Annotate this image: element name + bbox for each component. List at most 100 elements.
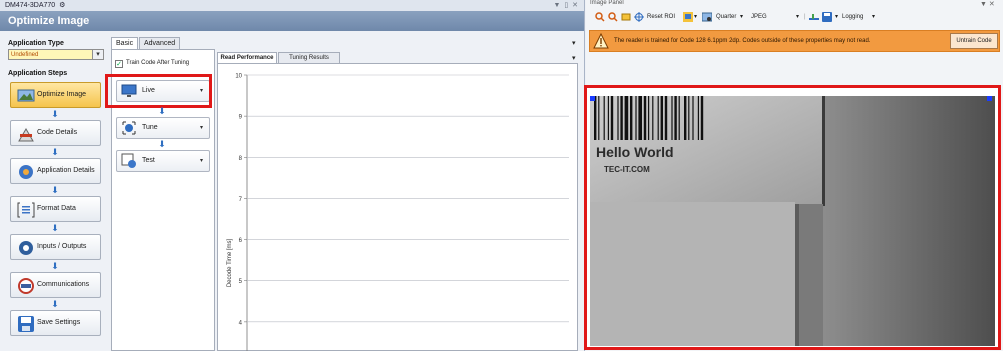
barcode-bar xyxy=(607,96,609,140)
chart-menu-chevron-icon[interactable]: ▾ xyxy=(572,54,576,62)
barcode-bar xyxy=(697,96,699,140)
step-application-details[interactable]: Application Details xyxy=(10,158,101,184)
communications-icon xyxy=(18,278,34,294)
roi-icon[interactable] xyxy=(634,12,644,22)
device-name: DM474-3DA770 xyxy=(5,2,56,9)
inputs-outputs-icon xyxy=(19,241,33,255)
optimize-image-icon xyxy=(17,89,35,102)
tab-read-performance[interactable]: Read Performance xyxy=(217,52,277,63)
barcode-bar xyxy=(643,96,647,140)
image-toolbar: Reset ROI ▾ Quarter ▾ JPEG ▾ | ▾ Logging… xyxy=(590,9,1000,25)
barcode-bar xyxy=(617,96,619,140)
logging-menu[interactable]: Logging xyxy=(842,9,863,25)
image-panel-controls[interactable]: ▼ ✕ xyxy=(980,0,995,8)
barcode-bar xyxy=(648,96,650,140)
train-code-label: Train Code After Tuning xyxy=(126,60,190,66)
y-tick-label: 8 xyxy=(239,156,243,162)
roi-handle[interactable] xyxy=(590,96,595,101)
device-tab-title[interactable]: DM474-3DA770 ⚙ ▼ ▯ ✕ xyxy=(0,0,584,11)
y-axis-label: Decode Time [ms] xyxy=(227,238,233,287)
step-label: Format Data xyxy=(37,205,76,212)
chevron-down-icon[interactable]: ▾ xyxy=(835,9,838,25)
arrow-down-icon: ⬇ xyxy=(51,109,59,119)
barcode-bar xyxy=(610,96,614,140)
tab-basic[interactable]: Basic xyxy=(111,37,139,49)
page-title: Optimize Image xyxy=(0,11,584,31)
save-icon xyxy=(18,316,34,332)
image-settings-icon[interactable] xyxy=(702,12,712,22)
barcode-bar xyxy=(624,96,629,140)
barcode-bar xyxy=(674,96,677,140)
tune-icon xyxy=(122,121,136,135)
save-icon[interactable] xyxy=(822,12,832,22)
barcode-bar xyxy=(700,96,704,140)
arrow-down-icon: ⬇ xyxy=(158,106,166,116)
application-steps-label: Application Steps xyxy=(8,70,68,77)
application-type-select[interactable]: Undefined ▾ xyxy=(8,49,104,60)
step-format-data[interactable]: Format Data xyxy=(10,196,101,222)
roi-handle[interactable] xyxy=(987,96,992,101)
barcode-bar xyxy=(620,96,623,140)
chevron-down-icon[interactable]: ▾ xyxy=(796,9,799,25)
train-code-checkbox[interactable]: ✓ xyxy=(115,60,123,68)
gear-icon xyxy=(19,165,33,179)
histogram-icon[interactable] xyxy=(809,12,819,22)
decode-time-chart: 10 9 8 7 6 5 4 Decode Time [ms] xyxy=(227,74,569,351)
code-details-icon xyxy=(18,128,34,142)
application-type-value: Undefined xyxy=(11,52,39,58)
image-text-line1: Hello World xyxy=(596,144,674,160)
y-tick-label: 5 xyxy=(239,279,243,285)
panel-menu-chevron-icon[interactable]: ▾ xyxy=(572,39,576,47)
application-type-label: Application Type xyxy=(8,40,64,47)
step-label: Application Details xyxy=(37,167,95,174)
format-select[interactable]: JPEG xyxy=(751,9,767,25)
mode-label: Tune xyxy=(142,124,158,131)
arrow-down-icon: ⬇ xyxy=(51,185,59,195)
untrain-code-button[interactable]: Untrain Code xyxy=(950,33,998,49)
barcode-bar xyxy=(638,96,642,140)
barcode-bar xyxy=(684,96,687,140)
chevron-down-icon[interactable]: ▾ xyxy=(740,9,743,25)
y-tick-label: 7 xyxy=(239,197,243,203)
barcode-bar xyxy=(598,96,600,140)
scale-select[interactable]: Quarter xyxy=(716,9,736,25)
tune-mode-button[interactable]: Tune ▾ xyxy=(116,117,210,139)
chevron-down-icon[interactable]: ▾ xyxy=(872,9,875,25)
tab-tuning-results[interactable]: Tuning Results xyxy=(278,52,340,63)
live-view-icon[interactable] xyxy=(683,12,693,22)
chevron-down-icon[interactable]: ▾ xyxy=(92,50,103,59)
mode-label: Test xyxy=(142,157,155,164)
warning-icon xyxy=(593,33,609,49)
camera-image[interactable]: Hello World TEC-IT.COM xyxy=(590,96,995,346)
window-controls[interactable]: ▼ ▯ ✕ xyxy=(553,0,579,11)
reset-roi-button[interactable]: Reset ROI xyxy=(647,9,675,25)
y-tick-label: 4 xyxy=(239,320,243,326)
chevron-down-icon[interactable]: ▾ xyxy=(694,9,697,25)
step-communications[interactable]: Communications xyxy=(10,272,101,298)
step-save-settings[interactable]: Save Settings xyxy=(10,310,101,336)
arrow-down-icon: ⬇ xyxy=(51,261,59,271)
zoom-out-icon[interactable] xyxy=(608,12,618,22)
zoom-in-icon[interactable] xyxy=(595,12,605,22)
format-data-icon xyxy=(17,202,35,218)
step-code-details[interactable]: Code Details xyxy=(10,120,101,146)
image-panel-title: Image Panel xyxy=(590,0,624,6)
barcode-bar xyxy=(603,96,605,140)
barcode-bar xyxy=(594,96,597,140)
test-icon xyxy=(121,153,136,168)
fit-icon[interactable] xyxy=(621,12,631,22)
test-mode-button[interactable]: Test ▾ xyxy=(116,150,210,172)
barcode-bar xyxy=(652,96,654,140)
tab-advanced[interactable]: Advanced xyxy=(139,37,181,49)
arrow-down-icon: ⬇ xyxy=(158,139,166,149)
y-tick-label: 9 xyxy=(239,115,243,121)
step-inputs-outputs[interactable]: Inputs / Outputs xyxy=(10,234,101,260)
y-tick-label: 6 xyxy=(239,238,243,244)
step-label: Save Settings xyxy=(37,319,81,326)
chevron-down-icon[interactable]: ▾ xyxy=(200,151,203,171)
gear-icon[interactable]: ⚙ xyxy=(57,2,65,9)
step-label: Inputs / Outputs xyxy=(37,243,87,250)
step-optimize-image[interactable]: Optimize Image xyxy=(10,82,101,108)
chevron-down-icon[interactable]: ▾ xyxy=(200,118,203,138)
step-label: Optimize Image xyxy=(37,91,87,98)
